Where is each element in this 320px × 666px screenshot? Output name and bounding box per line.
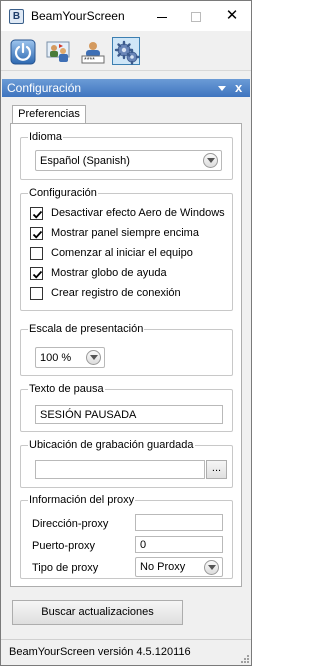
checkbox-checked[interactable] [30, 227, 43, 240]
escala-group: Escala de presentación 100 % [20, 323, 233, 376]
grabacion-group: Ubicación de grabación guardada ... [20, 439, 233, 488]
window-title: BeamYourScreen [31, 9, 125, 23]
tab-content: Idioma Español (Spanish) Configuración D… [10, 123, 242, 587]
close-window-button[interactable]: ✕ [215, 1, 249, 31]
option-label: Mostrar globo de ayuda [51, 267, 167, 279]
checkbox-unchecked[interactable] [30, 247, 43, 260]
configuracion-group: Configuración Desactivar efecto Aero de … [20, 187, 233, 311]
chevron-down-icon[interactable] [203, 153, 218, 168]
minimize-button[interactable] [145, 1, 179, 31]
pausa-label: Texto de pausa [28, 383, 105, 396]
chevron-down-icon[interactable] [204, 560, 219, 575]
puerto-proxy-input[interactable]: 0 [135, 536, 223, 553]
pausa-text-input[interactable]: SESIÓN PAUSADA [35, 405, 223, 424]
idioma-label: Idioma [28, 131, 64, 144]
tab-preferencias[interactable]: Preferencias [12, 105, 86, 124]
pausa-value: SESIÓN PAUSADA [40, 409, 137, 421]
option-label: Mostrar panel siempre encima [51, 227, 199, 239]
tipo-proxy-label: Tipo de proxy [32, 562, 99, 574]
maximize-icon [191, 12, 201, 23]
puerto-proxy-label: Puerto-proxy [32, 540, 95, 552]
app-logo-icon: B [9, 9, 24, 24]
settings-gear-icon [114, 40, 140, 65]
power-icon [10, 39, 36, 65]
status-bar: BeamYourScreen versión 4.5.120116 [1, 639, 251, 665]
escala-select[interactable]: 100 % [35, 347, 105, 368]
chevron-down-icon[interactable] [86, 350, 101, 365]
share-screen-icon [46, 41, 70, 62]
option-label: Comenzar al iniciar el equipo [51, 247, 193, 259]
idioma-group: Idioma Español (Spanish) [20, 131, 233, 180]
checkbox-checked[interactable] [30, 207, 43, 220]
proxy-label: Información del proxy [28, 494, 136, 507]
tipo-proxy-value: No Proxy [140, 561, 186, 573]
join-session-button[interactable]: **** [78, 37, 106, 65]
escala-value: 100 % [40, 352, 72, 364]
checkmark-icon [32, 270, 43, 279]
resize-grip-icon[interactable] [239, 653, 249, 663]
toolbar: **** [1, 31, 251, 71]
share-screen-button[interactable] [43, 37, 71, 65]
idioma-value: Español (Spanish) [40, 155, 130, 167]
configuracion-label: Configuración [28, 187, 98, 200]
maximize-button [179, 1, 213, 31]
version-text: BeamYourScreen versión 4.5.120116 [9, 646, 191, 658]
grabacion-label: Ubicación de grabación guardada [28, 439, 195, 452]
panel-close-button[interactable]: x [235, 80, 242, 95]
checkmark-icon [32, 230, 43, 239]
title-bar[interactable]: B BeamYourScreen ✕ [1, 1, 251, 31]
power-button[interactable] [8, 37, 36, 65]
checkmark-icon [32, 210, 43, 219]
escala-label: Escala de presentación [28, 323, 145, 336]
svg-text:****: **** [84, 57, 95, 64]
browse-button[interactable]: ... [206, 460, 227, 479]
panel-title: Configuración [7, 81, 82, 95]
option-label: Desactivar efecto Aero de Windows [51, 207, 225, 219]
settings-button[interactable] [112, 37, 140, 65]
panel-header: Configuración x [2, 79, 250, 97]
idioma-select[interactable]: Español (Spanish) [35, 150, 222, 171]
triangle-down-icon[interactable] [216, 82, 228, 94]
checkbox-unchecked[interactable] [30, 287, 43, 300]
direccion-proxy-label: Dirección-proxy [32, 518, 109, 530]
checkbox-checked[interactable] [30, 267, 43, 280]
app-window: B BeamYourScreen ✕ **** Configuración x … [0, 0, 252, 666]
proxy-group: Información del proxy Dirección-proxy Pu… [20, 494, 233, 579]
minimize-icon [157, 16, 167, 18]
pausa-group: Texto de pausa SESIÓN PAUSADA [20, 383, 233, 432]
grabacion-path-input[interactable] [35, 460, 205, 479]
puerto-proxy-value: 0 [140, 539, 147, 551]
tipo-proxy-select[interactable]: No Proxy [135, 557, 223, 577]
option-label: Crear registro de conexión [51, 287, 181, 299]
join-session-icon: **** [81, 42, 105, 64]
direccion-proxy-input[interactable] [135, 514, 223, 531]
check-updates-button[interactable]: Buscar actualizaciones [12, 600, 183, 625]
